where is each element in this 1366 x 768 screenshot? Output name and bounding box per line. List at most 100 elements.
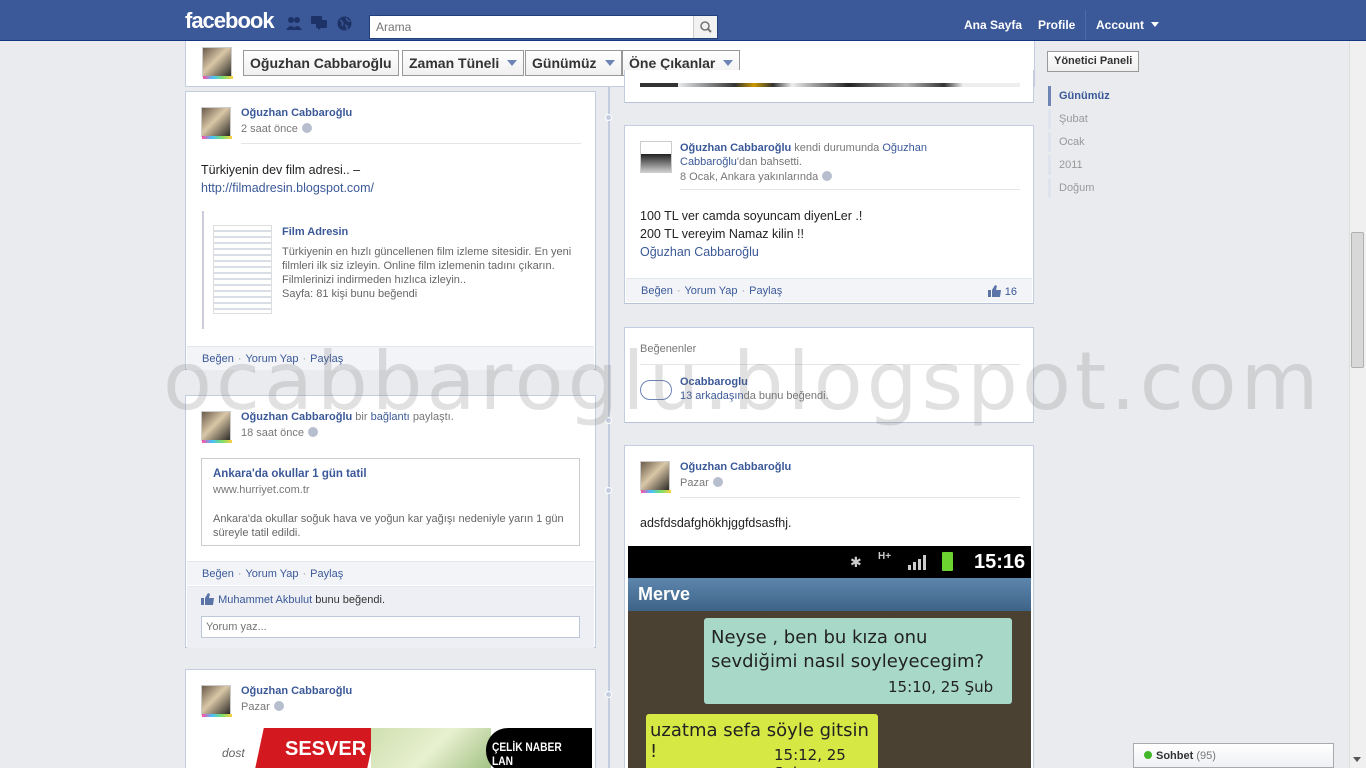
profile-name-button[interactable]: Oğuzhan Cabbaroğlu: [243, 50, 399, 76]
post-time: 18 saat önce: [241, 427, 304, 439]
divider: [680, 497, 1020, 498]
year-nav-current[interactable]: Günümüz: [1048, 86, 1128, 106]
scroll-down-icon[interactable]: [1353, 757, 1361, 762]
post-url-link[interactable]: http://filmadresin.blogspot.com/: [201, 181, 374, 195]
messages-icon[interactable]: [311, 16, 327, 30]
like-count[interactable]: 16: [987, 285, 1017, 298]
mention-link-b[interactable]: Cabbaroğlu: [680, 156, 737, 168]
shared-link-box[interactable]: Ankara'da okullar 1 gün tatil www.hurriy…: [201, 458, 580, 546]
year-nav-ocak[interactable]: Ocak: [1048, 132, 1128, 152]
author-avatar[interactable]: [640, 461, 671, 493]
post-timestamp[interactable]: 8 Ocak, Ankara yakınlarında: [680, 171, 833, 183]
search-button[interactable]: [693, 16, 717, 38]
post-time-location: 8 Ocak, Ankara yakınlarında: [680, 171, 819, 183]
timeline-node: [605, 487, 612, 494]
author-avatar[interactable]: [201, 107, 232, 139]
likes-comments-area: Muhammet Akbulut bunu beğendi.: [187, 586, 594, 648]
post-status-mention: Oğuzhan Cabbaroğlu kendi durumunda Oğuzh…: [624, 125, 1034, 304]
scrollbar-thumb[interactable]: [1351, 232, 1364, 368]
divider: [640, 364, 1020, 365]
share-link[interactable]: Paylaş: [310, 568, 343, 580]
year-nav-subat[interactable]: Şubat: [1048, 109, 1128, 129]
headline-text: bir: [355, 411, 368, 423]
post-text: Türkiyenin dev film adresi.. –: [201, 163, 361, 177]
globe-icon: [712, 477, 723, 487]
post-film-adresi: Oğuzhan Cabbaroğlu 2 saat önce Türkiyeni…: [185, 91, 596, 370]
year-nav-birth[interactable]: Doğum: [1048, 178, 1128, 198]
headline-text: kendi durumunda: [794, 142, 880, 154]
author-link[interactable]: Oğuzhan Cabbaroğlu: [680, 142, 791, 154]
nav-divider: [1085, 10, 1086, 40]
like-link[interactable]: Beğen: [202, 353, 234, 365]
signal-icon: [908, 555, 926, 570]
friend-requests-icon[interactable]: [286, 16, 302, 30]
share-link[interactable]: Paylaş: [749, 285, 782, 297]
post-sesver-image: Oğuzhan Cabbaroğlu Pazar dost SESVER ÇEL…: [185, 669, 596, 768]
post-actions: Beğen · Yorum Yap · Paylaş: [187, 346, 594, 370]
year-nav-2011[interactable]: 2011: [1048, 155, 1128, 175]
page-logo[interactable]: [640, 380, 672, 400]
friends-link[interactable]: 13 arkadaşın: [680, 390, 744, 402]
post-photo[interactable]: dost SESVER ÇELİK NABER LAN: [189, 728, 592, 768]
author-link[interactable]: Oğuzhan Cabbaroğlu: [241, 685, 352, 697]
current-menu-button[interactable]: Günümüz: [525, 50, 622, 76]
post-time: Pazar: [680, 477, 709, 489]
network-icon: H+: [878, 551, 892, 562]
thumbs-up-icon: [201, 593, 214, 605]
author-link[interactable]: Oğuzhan Cabbaroğlu: [241, 411, 352, 423]
post-timestamp[interactable]: 2 saat önce: [241, 123, 312, 135]
nav-account-menu[interactable]: Account: [1096, 18, 1160, 32]
page-name-link[interactable]: Ocabbaroglu: [680, 376, 748, 388]
share-link[interactable]: Paylaş: [310, 353, 343, 365]
phone-status-bar: ✱ H+ 15:16: [628, 546, 1031, 578]
author-avatar[interactable]: [640, 141, 672, 173]
post-line-2: 200 TL vereyim Namaz kilin !!: [640, 227, 804, 241]
comment-link[interactable]: Yorum Yap: [245, 568, 298, 580]
post-photo[interactable]: ✱ H+ 15:16 Merve Neyse , ben bu kıza onu…: [628, 546, 1031, 768]
like-count-number: 16: [1004, 286, 1017, 298]
author-avatar[interactable]: [201, 685, 232, 717]
link-meta: Sayfa: 81 kişi bunu beğendi: [282, 288, 418, 300]
phone-clock: 15:16: [974, 551, 1026, 573]
post-timestamp[interactable]: Pazar: [680, 477, 723, 489]
link-word[interactable]: bağlantı: [371, 411, 410, 423]
page-scrollbar[interactable]: [1349, 0, 1366, 768]
mention-link-a[interactable]: Oğuzhan: [882, 142, 927, 154]
nav-profile-link[interactable]: Profile: [1038, 18, 1075, 32]
like-link[interactable]: Beğen: [641, 285, 673, 297]
previous-post-remnant: [624, 70, 1034, 103]
photo-text-sesver: SESVER: [285, 738, 367, 760]
liker-link[interactable]: Muhammet Akbulut: [218, 594, 312, 606]
chevron-down-icon: [723, 60, 734, 66]
post-line-3-link[interactable]: Oğuzhan Cabbaroğlu: [640, 245, 759, 259]
chat-bar[interactable]: Sohbet (95): [1133, 743, 1334, 768]
facebook-logo[interactable]: facebook: [185, 8, 275, 34]
timeline-menu-button[interactable]: Zaman Tüneli: [402, 50, 525, 76]
author-link[interactable]: Oğuzhan Cabbaroğlu: [241, 107, 352, 119]
search-icon: [700, 21, 712, 33]
notifications-globe-icon[interactable]: [337, 16, 353, 31]
nav-home-link[interactable]: Ana Sayfa: [964, 18, 1022, 32]
comment-link[interactable]: Yorum Yap: [684, 285, 737, 297]
post-body: 100 TL ver camda soyuncam diyenLer .! 20…: [640, 207, 862, 261]
link-thumbnail[interactable]: [213, 225, 272, 314]
chat-count: (95): [1196, 750, 1216, 762]
search-input[interactable]: [370, 16, 690, 38]
shared-link-description: Ankara'da okullar soğuk hava ve yoğun ka…: [213, 513, 564, 539]
like-link[interactable]: Beğen: [202, 568, 234, 580]
author-avatar[interactable]: [201, 411, 232, 443]
friends-suffix: da bunu beğendi.: [743, 390, 829, 402]
link-title[interactable]: Film Adresin: [282, 226, 348, 238]
post-timestamp[interactable]: Pazar: [241, 701, 284, 713]
comment-input[interactable]: [201, 616, 580, 638]
admin-panel-button[interactable]: Yönetici Paneli: [1047, 51, 1140, 72]
author-link[interactable]: Oğuzhan Cabbaroğlu: [680, 461, 791, 473]
headline-text-end: paylaştı.: [412, 411, 454, 423]
shared-link-title[interactable]: Ankara'da okullar 1 gün tatil: [213, 468, 367, 480]
header-avatar[interactable]: [202, 47, 233, 79]
timeline-node: [605, 691, 612, 698]
chat-online-icon: [1144, 751, 1152, 759]
comment-link[interactable]: Yorum Yap: [245, 353, 298, 365]
post-timestamp[interactable]: 18 saat önce: [241, 427, 318, 439]
timeline-menu-label: Zaman Tüneli: [409, 55, 500, 71]
